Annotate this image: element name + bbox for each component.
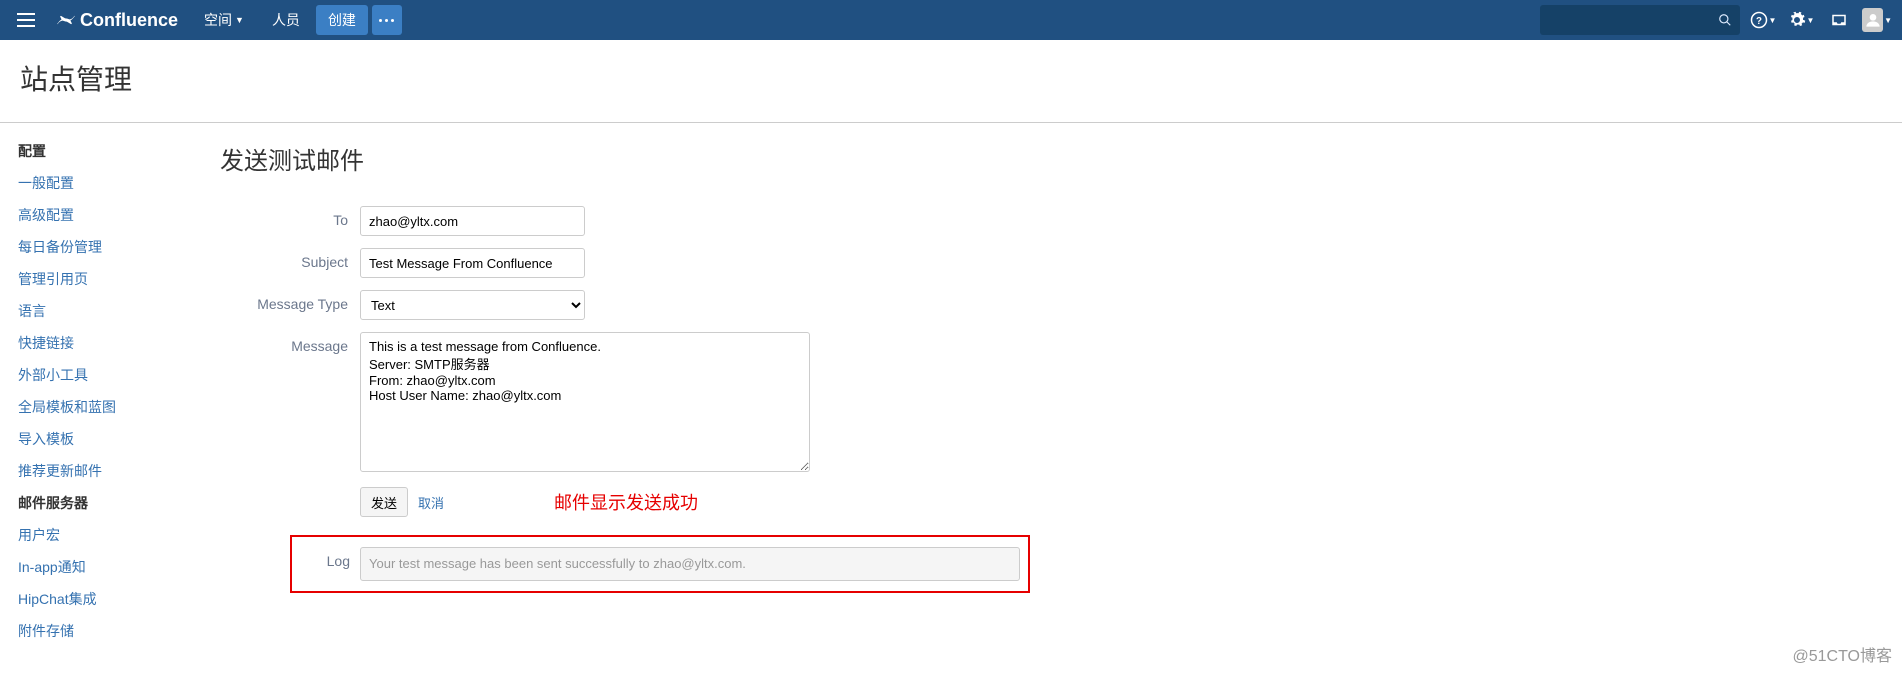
sidebar-item-label: 一般配置 — [18, 175, 74, 191]
subject-input[interactable] — [360, 248, 585, 278]
sidebar-item[interactable]: 管理引用页 — [18, 269, 190, 289]
sidebar-item-label: HipChat集成 — [18, 591, 97, 607]
sidebar-item[interactable]: HipChat集成 — [18, 589, 190, 609]
log-box: Log Your test message has been sent succ… — [290, 535, 1030, 593]
sidebar-heading: 配置 — [18, 141, 190, 161]
watermark: @51CTO博客 — [1792, 642, 1892, 666]
label-message-type: Message Type — [220, 290, 360, 312]
avatar-icon — [1862, 8, 1883, 32]
nav-spaces[interactable]: 空间▼ — [192, 0, 256, 40]
help-icon: ? — [1750, 11, 1768, 29]
sidebar-item-label: 全局模板和蓝图 — [18, 399, 116, 415]
sidebar-item-label: 管理引用页 — [18, 271, 88, 287]
svg-text:?: ? — [1756, 16, 1762, 27]
search-input[interactable] — [1540, 5, 1740, 35]
log-output: Your test message has been sent successf… — [360, 547, 1020, 581]
product-name: Confluence — [80, 10, 178, 31]
chevron-down-icon: ▼ — [1769, 16, 1777, 25]
confluence-logo[interactable]: Confluence — [46, 10, 188, 31]
sidebar-item-label: 快捷链接 — [18, 335, 74, 351]
to-input[interactable] — [360, 206, 585, 236]
chevron-down-icon: ▼ — [1884, 16, 1892, 25]
sidebar-item-label: In-app通知 — [18, 559, 86, 575]
inbox-button[interactable] — [1824, 5, 1854, 35]
nav-people[interactable]: 人员 — [260, 0, 312, 40]
search-icon — [1718, 13, 1732, 27]
help-button[interactable]: ? ▼ — [1748, 5, 1778, 35]
top-nav: Confluence 空间▼ 人员 创建 ? ▼ ▼ — [0, 0, 1902, 40]
app-switcher-icon[interactable] — [10, 4, 42, 36]
inbox-icon — [1830, 11, 1848, 29]
sidebar-item[interactable]: 高级配置 — [18, 205, 190, 225]
sidebar-item[interactable]: In-app通知 — [18, 557, 190, 577]
chevron-down-icon: ▼ — [235, 15, 244, 25]
sidebar-item-label: 推荐更新邮件 — [18, 463, 102, 479]
label-subject: Subject — [220, 248, 360, 270]
sidebar-item-label: 用户宏 — [18, 527, 60, 543]
sidebar-item[interactable]: 一般配置 — [18, 173, 190, 193]
content-title: 发送测试邮件 — [220, 141, 1882, 176]
admin-button[interactable]: ▼ — [1786, 5, 1816, 35]
label-to: To — [220, 206, 360, 228]
ellipsis-icon — [379, 19, 394, 22]
sidebar-item-label: 邮件服务器 — [18, 495, 88, 511]
sidebar-item-label: 语言 — [18, 303, 46, 319]
sidebar-item[interactable]: 全局模板和蓝图 — [18, 397, 190, 417]
gear-icon — [1788, 11, 1806, 29]
success-annotation: 邮件显示发送成功 — [554, 489, 698, 515]
sidebar-item[interactable]: 邮件服务器 — [18, 493, 190, 513]
message-textarea[interactable] — [360, 332, 810, 472]
create-button[interactable]: 创建 — [316, 5, 368, 35]
sidebar-item-label: 附件存储 — [18, 623, 74, 639]
sidebar-item[interactable]: 推荐更新邮件 — [18, 461, 190, 481]
sidebar-item[interactable]: 导入模板 — [18, 429, 190, 449]
message-type-select[interactable]: Text — [360, 290, 585, 320]
sidebar-item[interactable]: 语言 — [18, 301, 190, 321]
sidebar-item[interactable]: 附件存储 — [18, 621, 190, 641]
label-log: Log — [292, 547, 360, 581]
sidebar: 配置 一般配置高级配置每日备份管理管理引用页语言快捷链接外部小工具全局模板和蓝图… — [0, 123, 200, 653]
send-button[interactable]: 发送 — [360, 487, 408, 517]
sidebar-item-label: 每日备份管理 — [18, 239, 102, 255]
sidebar-item-label: 外部小工具 — [18, 367, 88, 383]
sidebar-item-label: 高级配置 — [18, 207, 74, 223]
sidebar-item-label: 导入模板 — [18, 431, 74, 447]
profile-button[interactable]: ▼ — [1862, 5, 1892, 35]
sidebar-item[interactable]: 快捷链接 — [18, 333, 190, 353]
sidebar-item[interactable]: 用户宏 — [18, 525, 190, 545]
sidebar-item[interactable]: 每日备份管理 — [18, 237, 190, 257]
main-content: 发送测试邮件 To Subject Message Type Text Mess… — [200, 123, 1902, 653]
page-header: 站点管理 — [0, 40, 1902, 123]
chevron-down-icon: ▼ — [1807, 16, 1815, 25]
cancel-link[interactable]: 取消 — [418, 493, 444, 512]
create-more-button[interactable] — [372, 5, 402, 35]
page-title: 站点管理 — [20, 58, 1882, 98]
label-message: Message — [220, 332, 360, 354]
sidebar-item[interactable]: 外部小工具 — [18, 365, 190, 385]
